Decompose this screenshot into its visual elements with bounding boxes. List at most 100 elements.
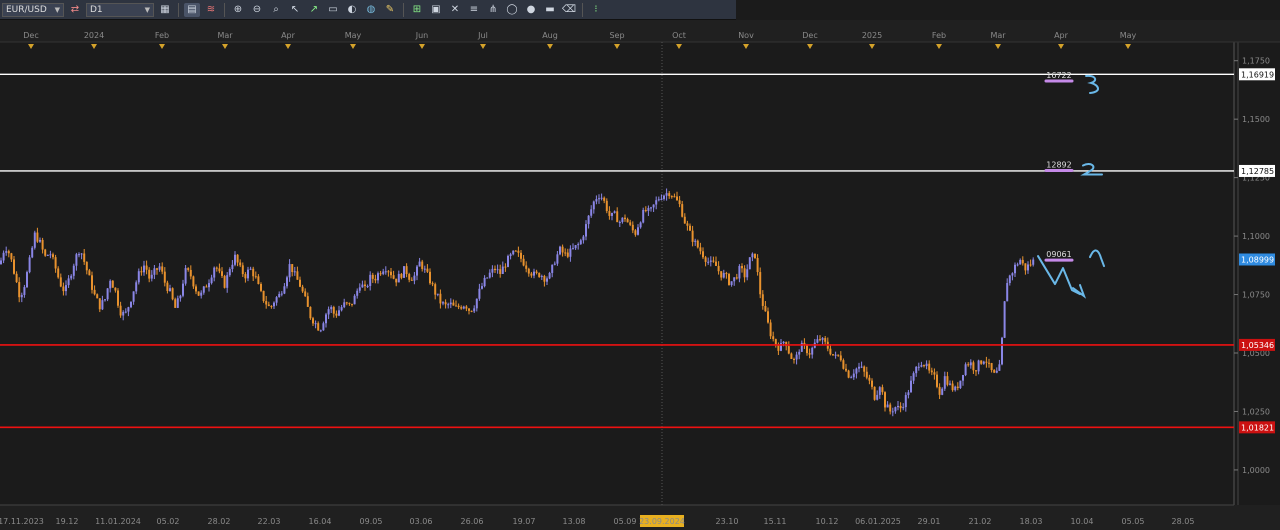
candle-body <box>553 263 556 265</box>
indicator-icon[interactable]: ≋ <box>203 3 219 17</box>
candle-body <box>239 262 242 266</box>
candle-body <box>852 373 855 378</box>
ellipse-icon[interactable]: ◯ <box>504 3 520 17</box>
channel-icon[interactable]: ≡ <box>466 3 482 17</box>
chart-type-icon[interactable]: ▦ <box>157 3 173 17</box>
candle-body <box>52 254 54 258</box>
candle-body <box>351 303 353 305</box>
more-icon[interactable]: ⁝ <box>588 3 604 17</box>
candle-body <box>153 268 156 275</box>
candle-body <box>522 258 525 266</box>
toolbar: EUR/USD ▼ ⇄ D1 ▼ ▦ ▤ ≋ ⊕ ⊖ ⌕ ↖ ↗ ▭ ◐ ◍ ✎… <box>0 0 736 20</box>
pencil-icon[interactable]: ✎ <box>382 3 398 17</box>
current-price-label: 1,08999 <box>1241 255 1274 264</box>
candle-body <box>392 275 395 279</box>
candle-body <box>65 285 67 292</box>
candle-body <box>499 269 502 274</box>
search-icon[interactable]: ⌕ <box>268 3 284 17</box>
candle-body <box>260 283 262 291</box>
candle-body <box>538 272 541 277</box>
palette-icon[interactable]: ◐ <box>344 3 360 17</box>
candle-body <box>291 264 294 273</box>
candle-body <box>715 261 717 266</box>
candle-body <box>878 387 881 395</box>
candle-body <box>377 273 379 281</box>
candle-body <box>1019 259 1022 265</box>
candle-body <box>756 258 759 273</box>
candle-body <box>189 269 192 277</box>
candle-body <box>972 362 975 371</box>
toolbar-separator <box>582 2 583 17</box>
candle-body <box>158 266 161 270</box>
level-annotation-label: 09061 <box>1046 250 1071 259</box>
cursor-icon[interactable]: ↖ <box>287 3 303 17</box>
candle-body <box>631 224 634 231</box>
price-chart[interactable]: Dec 2024 Feb Mar Apr May Jun Jul Aug Sep Oct Nov Dec… <box>0 0 1280 530</box>
candle-body <box>184 268 187 284</box>
candle-body <box>663 195 665 199</box>
month-label: Aug <box>542 31 558 40</box>
candle-body <box>990 363 993 371</box>
candle-body <box>751 253 754 258</box>
globe-icon[interactable]: ◍ <box>363 3 379 17</box>
zoom-out-icon[interactable]: ⊖ <box>249 3 265 17</box>
timeframe-value: D1 <box>90 4 103 15</box>
layout-icon[interactable]: ▣ <box>428 3 444 17</box>
candle-body <box>858 366 860 369</box>
candle-body <box>501 266 504 274</box>
candle-body <box>80 253 83 255</box>
month-label: Jun <box>415 31 429 40</box>
date-label: 06.01.2025 <box>855 517 901 526</box>
sphere-icon[interactable]: ● <box>523 3 539 17</box>
trend-icon[interactable]: ↗ <box>306 3 322 17</box>
timeframe-select[interactable]: D1 ▼ <box>86 2 154 17</box>
candle-body <box>902 407 905 409</box>
candle-body <box>839 355 842 361</box>
candle-body <box>819 339 821 341</box>
symbol-select[interactable]: EUR/USD ▼ <box>2 2 64 17</box>
grid-icon[interactable]: ▤ <box>184 2 200 17</box>
candle-body <box>403 266 405 278</box>
candle-body <box>44 249 47 256</box>
candle-body <box>410 279 413 281</box>
candle-body <box>507 255 509 267</box>
candle-body <box>122 311 125 316</box>
text-icon[interactable]: ▭ <box>325 3 341 17</box>
cross-tool-icon[interactable]: ✕ <box>447 3 463 17</box>
candle-body <box>109 280 112 289</box>
candle-body <box>304 291 307 297</box>
candle-body <box>702 251 704 258</box>
candle-body <box>811 347 814 355</box>
date-label: 26.06 <box>461 517 484 526</box>
eraser-icon[interactable]: ⌫ <box>561 3 577 17</box>
date-label: 15.11 <box>764 517 787 526</box>
candle-body <box>873 386 876 400</box>
candle-body <box>647 207 650 211</box>
price-tick-label: 1,1750 <box>1242 57 1270 66</box>
candle-body <box>1032 259 1035 265</box>
candle-body <box>603 197 606 201</box>
date-label: 19.07 <box>513 517 536 526</box>
indicator-color-icon[interactable]: ⇄ <box>67 3 83 17</box>
rectangle-icon[interactable]: ▬ <box>542 3 558 17</box>
candle-body <box>962 375 964 381</box>
candle-body <box>18 282 21 298</box>
date-label: 21.02 <box>969 517 992 526</box>
candle-body <box>689 225 691 231</box>
template-icon[interactable]: ⊞ <box>409 3 425 17</box>
candle-body <box>569 248 572 257</box>
month-label: Oct <box>672 31 686 40</box>
candle-body <box>527 268 530 274</box>
candle-body <box>600 197 603 199</box>
pitchfork-icon[interactable]: ⋔ <box>485 3 501 17</box>
candle-body <box>283 286 286 294</box>
candle-body <box>145 265 148 270</box>
chart-background <box>0 0 1280 530</box>
candle-body <box>247 269 249 279</box>
candle-body <box>639 222 642 228</box>
candle-body <box>28 257 31 273</box>
zoom-in-icon[interactable]: ⊕ <box>230 3 246 17</box>
candle-body <box>837 354 840 356</box>
candle-body <box>585 224 587 237</box>
candle-body <box>759 272 762 295</box>
